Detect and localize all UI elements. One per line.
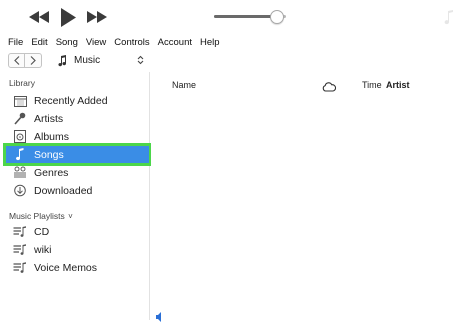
sidebar-item-label: Songs [34,148,64,161]
sidebar-item-label: Artists [34,112,64,125]
previous-track-button[interactable] [28,10,50,24]
sidebar: Library Recently Added Artists Albums So… [0,72,152,320]
music-note-icon [444,10,453,25]
navigation-row: Music [0,51,460,71]
fast-forward-icon [87,11,107,23]
genres-icon [12,166,28,180]
play-icon [60,7,76,27]
menu-bar: File Edit Song View Controls Account Hel… [0,34,460,50]
playlist-icon [12,225,28,239]
sidebar-item-recently-added[interactable]: Recently Added [6,92,149,109]
playlists-title-text: Music Playlists [9,211,65,221]
menu-song[interactable]: Song [52,37,82,48]
song-list: Name Time Artist [151,72,460,320]
chevron-down-icon: ˅ [68,212,73,221]
sidebar-item-albums[interactable]: Albums [6,128,149,145]
music-note-icon [12,148,28,162]
speaker-icon [156,309,162,322]
now-playing-display [436,6,460,30]
playlist-icon [12,261,28,275]
menu-view[interactable]: View [82,37,110,48]
menu-account[interactable]: Account [154,37,196,48]
menu-controls[interactable]: Controls [110,37,153,48]
playlist-icon [12,243,28,257]
menu-file[interactable]: File [4,37,27,48]
volume-knob[interactable] [270,10,284,24]
menu-help[interactable]: Help [196,37,224,48]
sidebar-item-label: wiki [34,243,52,256]
sidebar-item-label: Albums [34,130,70,143]
chevron-right-icon [30,56,36,65]
sidebar-item-downloaded[interactable]: Downloaded [6,182,149,199]
cloud-icon[interactable] [322,79,337,97]
sidebar-playlist-cd[interactable]: CD [6,223,149,240]
volume-slider[interactable] [214,10,286,24]
sidebar-item-label: Genres [34,166,69,179]
music-playlists-section-title[interactable]: Music Playlists ˅ [9,211,73,221]
player-toolbar [0,0,460,34]
menu-edit[interactable]: Edit [27,37,51,48]
sidebar-playlist-wiki[interactable]: wiki [6,241,149,258]
sidebar-item-songs[interactable]: Songs [3,143,152,166]
microphone-icon [12,112,28,126]
download-icon [12,184,28,198]
up-down-chevron-icon [137,55,144,65]
media-kind-selector[interactable]: Music [56,53,150,68]
forward-button[interactable] [25,53,42,68]
sidebar-item-label: Downloaded [34,184,93,197]
library-section-title: Library [9,78,35,88]
volume-fill [214,15,277,18]
sidebar-item-label: Voice Memos [34,261,98,274]
column-header-time[interactable]: Time [362,80,382,90]
music-note-icon [58,54,67,66]
column-header-artist[interactable]: Artist [386,80,410,90]
album-icon [12,130,28,144]
chevron-left-icon [13,56,19,65]
column-header-name[interactable]: Name [172,80,196,90]
media-kind-label: Music [74,55,101,66]
back-button[interactable] [8,53,25,68]
rewind-icon [29,11,49,23]
sidebar-playlist-voice-memos[interactable]: Voice Memos [6,259,149,276]
sidebar-item-artists[interactable]: Artists [6,110,149,127]
play-button[interactable] [59,6,77,28]
sidebar-item-genres[interactable]: Genres [6,164,149,181]
sidebar-item-label: Recently Added [34,94,108,107]
calendar-icon [12,94,28,108]
sidebar-item-label: CD [34,225,50,238]
next-track-button[interactable] [86,10,108,24]
